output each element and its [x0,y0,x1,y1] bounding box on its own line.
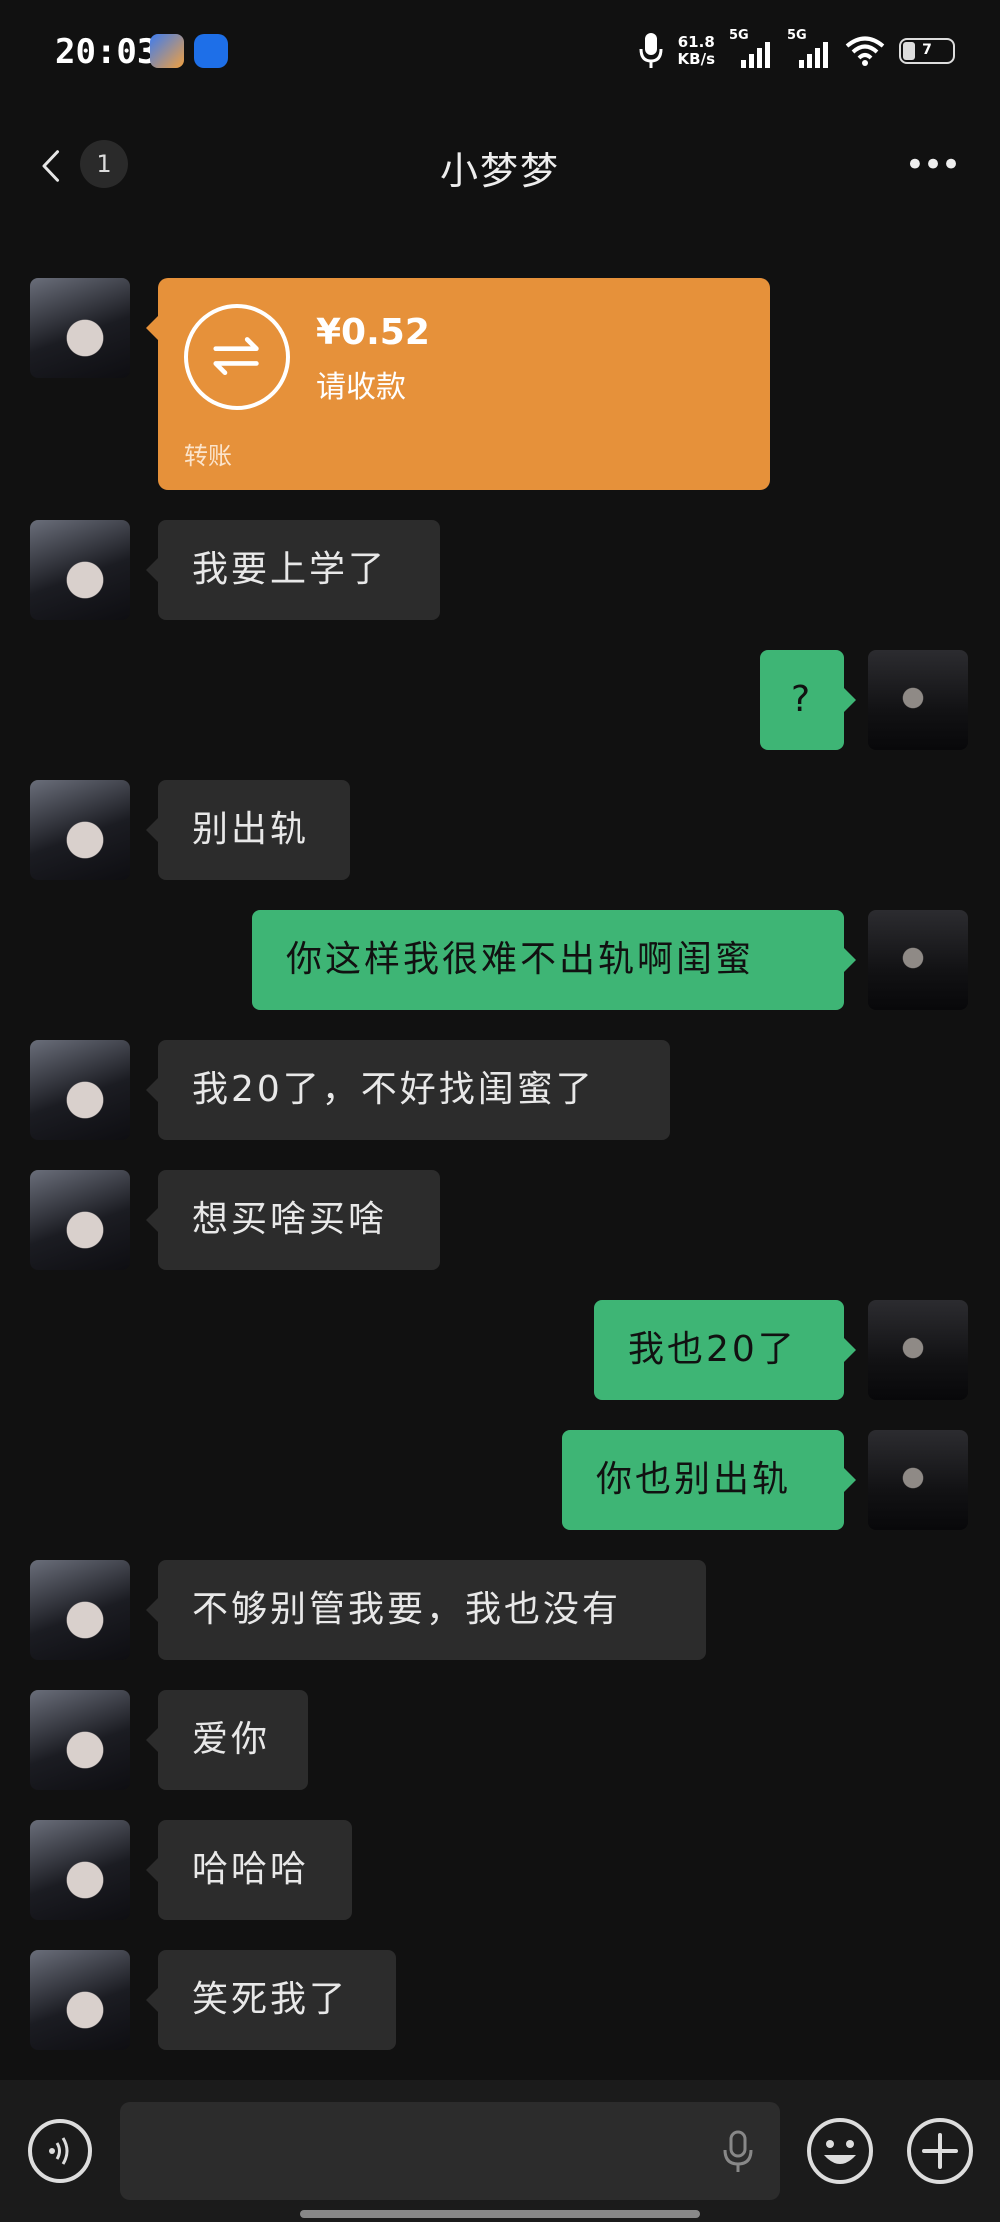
home-indicator[interactable] [300,2210,700,2218]
more-dots-icon[interactable]: ••• [904,145,961,185]
transfer-arrows-icon [184,304,290,410]
message-input[interactable] [120,2102,780,2200]
my-avatar[interactable] [868,910,968,1010]
outgoing-message[interactable]: 我也20了 [594,1300,856,1400]
microphone-icon[interactable] [718,2130,758,2174]
network-speed-unit: KB/s [677,50,715,68]
input-bar [0,2080,1000,2222]
network-speed: 61.8 KB/s [678,34,715,68]
game-app-icon [150,34,184,68]
plus-icon[interactable] [906,2117,974,2185]
outgoing-message[interactable]: ? [760,650,856,750]
contact-avatar[interactable] [30,1950,130,2050]
incoming-message[interactable]: 想买啥买啥 [146,1170,440,1270]
incoming-message[interactable]: 我20了，不好找闺蜜了 [146,1040,670,1140]
contact-avatar[interactable] [30,1820,130,1920]
emoji-icon[interactable] [806,2117,874,2185]
network-speed-value: 61.8 [677,33,715,51]
my-avatar[interactable] [868,1430,968,1530]
contact-avatar[interactable] [30,520,130,620]
contact-avatar[interactable] [30,1560,130,1660]
contact-avatar[interactable] [30,1170,130,1270]
signal-5g-1-icon: 5G [729,28,773,68]
browser-app-icon [194,34,228,68]
contact-avatar[interactable] [30,1040,130,1140]
contact-avatar[interactable] [30,278,130,378]
incoming-message[interactable]: 不够别管我要，我也没有 [146,1560,706,1660]
signal-5g-2-icon: 5G [787,28,831,68]
incoming-message[interactable]: 哈哈哈 [146,1820,352,1920]
signal-2-label: 5G [787,28,807,43]
status-time: 20:03 [55,32,158,72]
transfer-status: 请收款 [316,370,406,405]
microphone-status-icon [639,33,663,68]
wifi-icon [845,36,885,66]
my-avatar[interactable] [868,650,968,750]
voice-toggle-icon[interactable] [28,2119,92,2183]
status-right-group: 61.8 KB/s 5G 5G 7 [638,26,955,76]
incoming-message[interactable]: 爱你 [146,1690,308,1790]
outgoing-message[interactable]: 你也别出轨 [562,1430,856,1530]
outgoing-message[interactable]: 你这样我很难不出轨啊闺蜜 [252,910,856,1010]
incoming-message[interactable]: 笑死我了 [146,1950,396,2050]
incoming-message[interactable]: 别出轨 [146,780,350,880]
incoming-message[interactable]: 我要上学了 [146,520,440,620]
voice-waves-icon [49,2137,69,2165]
battery-level: 7 [922,42,932,58]
chat-title: 小梦梦 [439,149,560,193]
transfer-label: 转账 [184,442,232,470]
status-bar: 20:03 61.8 KB/s 5G 5G 7 [0,0,1000,110]
transfer-amount: ¥0.52 [316,312,430,353]
transfer-card[interactable]: ¥0.52 请收款 转账 [146,278,770,490]
battery-icon: 7 [899,38,955,64]
my-avatar[interactable] [868,1300,968,1400]
contact-avatar[interactable] [30,780,130,880]
contact-avatar[interactable] [30,1690,130,1790]
signal-1-label: 5G [729,28,749,43]
